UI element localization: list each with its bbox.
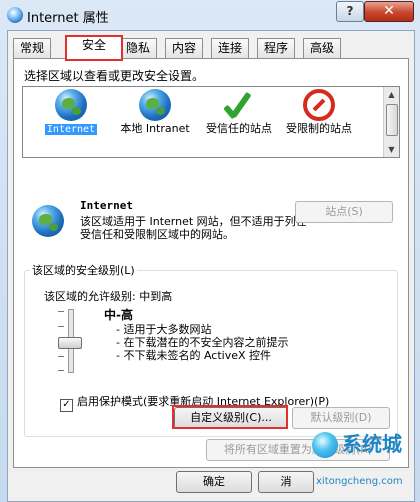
zone-label: 受信任的站点 — [206, 122, 272, 135]
level-name: 中-高 — [104, 308, 133, 322]
tab-privacy[interactable]: 隐私 — [119, 38, 158, 58]
sites-button[interactable]: 站点(S) — [295, 201, 393, 223]
zone-title: Internet — [80, 199, 133, 212]
slider-tick — [58, 326, 64, 327]
no-entry-icon — [303, 89, 335, 121]
zone-internet[interactable]: Internet — [31, 89, 111, 153]
title-bar: Internet 属性 ? ✕ — [0, 0, 420, 30]
zone-prompt: 选择区域以查看或更改安全设置。 — [24, 69, 205, 83]
watermark-url: xitongcheng.com — [316, 476, 403, 487]
tab-programs[interactable]: 程序 — [257, 38, 296, 58]
level-bullet: - 不下载未签名的 ActiveX 控件 — [116, 349, 272, 362]
cancel-button[interactable]: 消 — [258, 471, 314, 493]
intranet-globe-icon — [139, 89, 171, 121]
green-check-icon — [223, 89, 255, 121]
allowed-level-label: 该区域的允许级别: 中到高 — [44, 290, 173, 303]
level-description: - 适用于大多数网站 - 在下载潜在的不安全内容之前提示 - 不下载未签名的 A… — [116, 323, 288, 362]
slider-thumb[interactable] — [58, 337, 82, 349]
zone-globe-icon — [32, 205, 64, 237]
slider-tick — [58, 370, 64, 371]
zone-intranet[interactable]: 本地 Intranet — [115, 89, 195, 153]
default-level-button[interactable]: 默认级别(D) — [292, 407, 390, 429]
globe-icon — [55, 89, 87, 121]
zone-description: 该区域适用于 Internet 网站，但不适用于列在受信任和受限制区域中的网站。 — [80, 215, 307, 241]
dialog-window: Internet 属性 ? ✕ 常规 安全 隐私 内容 连接 程序 高级 选择区… — [0, 0, 420, 502]
scroll-thumb[interactable] — [386, 104, 398, 136]
close-button[interactable]: ✕ — [364, 1, 414, 22]
help-button[interactable]: ? — [336, 1, 364, 22]
watermark-logo-icon — [312, 432, 338, 458]
zone-trusted[interactable]: 受信任的站点 — [199, 89, 279, 153]
window-title: Internet 属性 — [27, 11, 109, 26]
zone-label: 本地 Intranet — [120, 122, 190, 135]
zone-label: 受限制的站点 — [286, 122, 352, 135]
ie-icon — [7, 7, 23, 23]
security-level-title: 该区域的安全级别(L) — [30, 262, 137, 278]
zone-list-scrollbar[interactable]: ▲ ▼ — [383, 87, 399, 157]
zone-restricted[interactable]: 受限制的站点 — [279, 89, 359, 153]
scroll-up-icon[interactable]: ▲ — [385, 88, 398, 101]
tab-content[interactable]: 内容 — [165, 38, 204, 58]
scroll-down-icon[interactable]: ▼ — [385, 143, 398, 156]
tab-general[interactable]: 常规 — [13, 38, 52, 58]
custom-level-highlight — [172, 405, 288, 429]
tab-connections[interactable]: 连接 — [211, 38, 250, 58]
slider-tick — [58, 311, 64, 312]
ok-button[interactable]: 确定 — [176, 471, 252, 493]
security-panel: 选择区域以查看或更改安全设置。 Internet 本地 Intranet 受信任… — [13, 58, 409, 468]
slider-tick — [58, 356, 64, 357]
security-tab-highlight — [65, 35, 123, 61]
zone-list: Internet 本地 Intranet 受信任的站点 受限制的站点 ▲ ▼ — [22, 86, 400, 158]
level-bullet: - 在下载潜在的不安全内容之前提示 — [116, 336, 289, 349]
watermark-text: 系统城 — [342, 432, 402, 456]
zone-label: Internet — [44, 124, 98, 135]
tab-advanced[interactable]: 高级 — [303, 38, 342, 58]
protected-mode-checkbox[interactable]: ✓ — [60, 399, 73, 412]
level-bullet: - 适用于大多数网站 — [116, 323, 212, 336]
